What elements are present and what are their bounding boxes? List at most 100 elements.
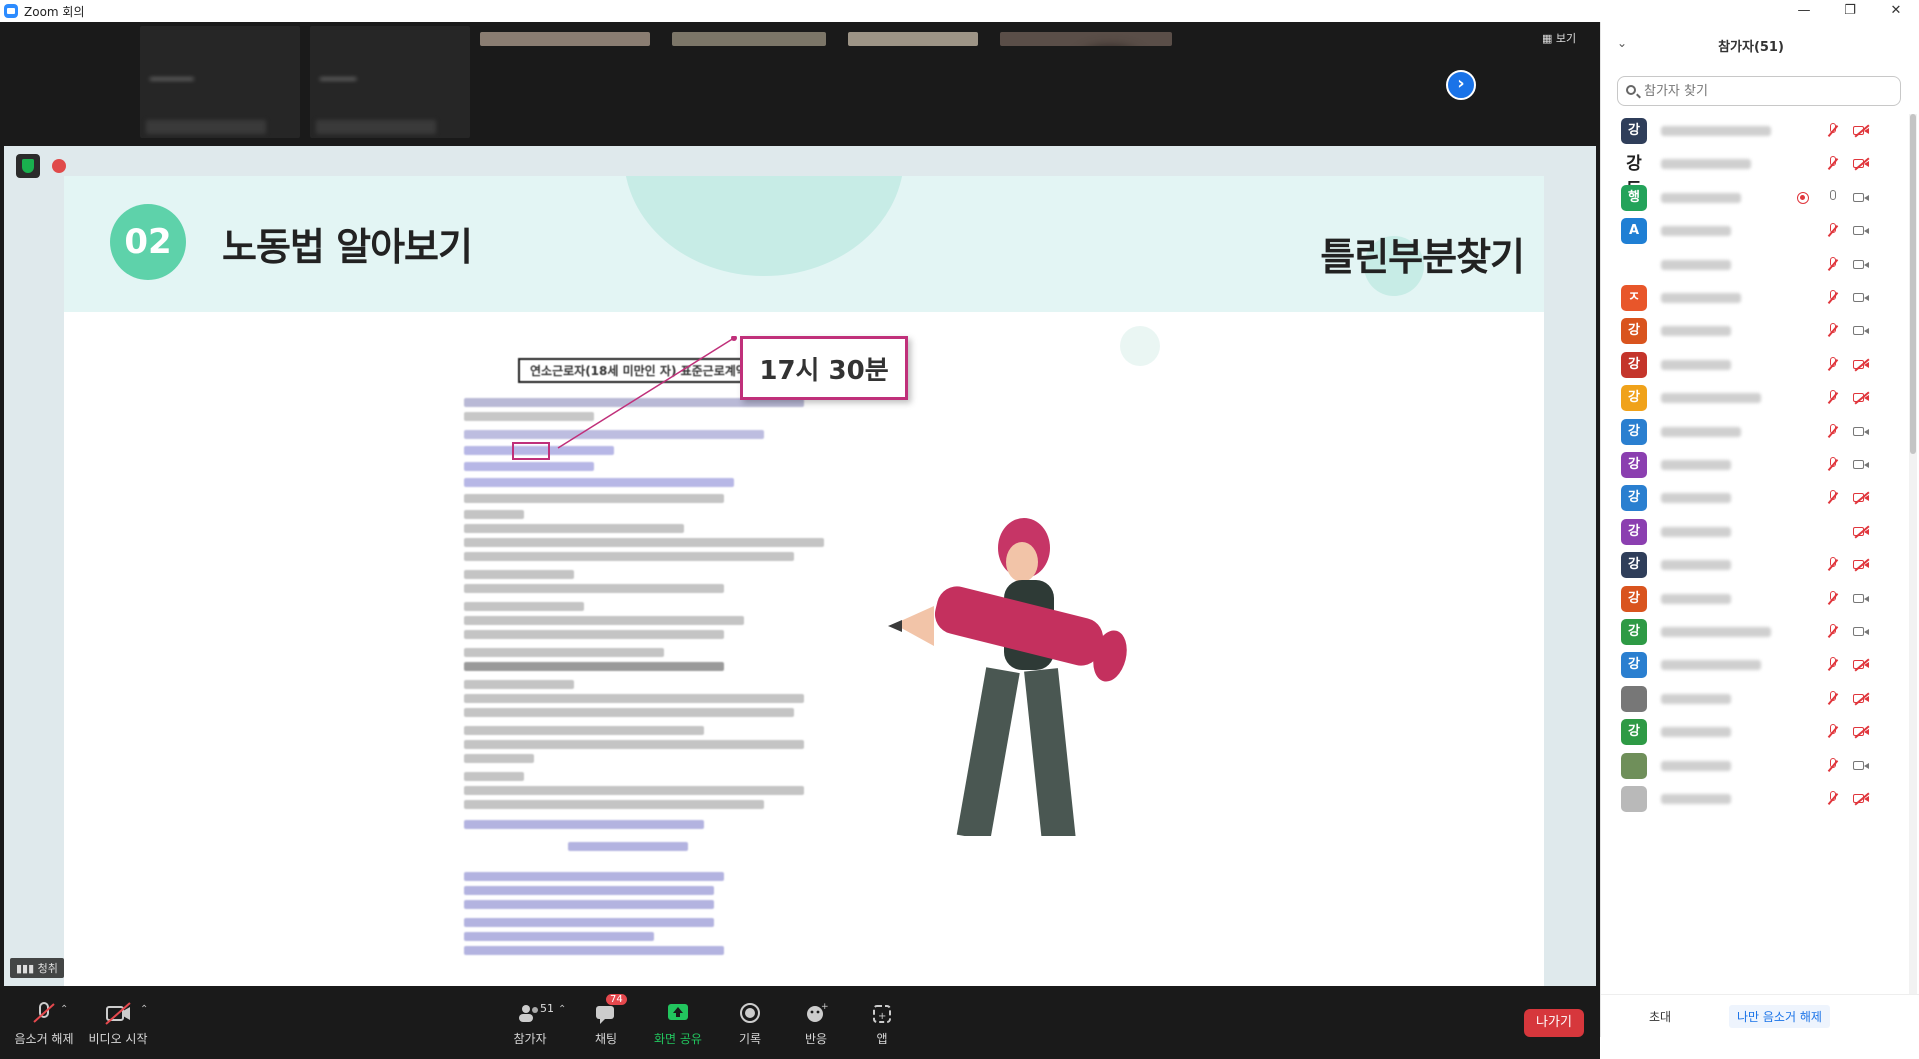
participants-panel: ⌄ 참가자(51) 강강동행Aㅈ강강강강강강강강강강강강 초대 나만 음소거 해… (1600, 22, 1919, 1037)
unmute-me-button[interactable]: 나만 음소거 해제 (1729, 1005, 1830, 1028)
camera-off-icon[interactable] (1853, 491, 1871, 505)
close-button[interactable]: ✕ (1873, 0, 1919, 22)
mic-muted-icon[interactable] (1825, 289, 1841, 307)
mic-muted-icon[interactable] (1825, 623, 1841, 641)
minimize-button[interactable]: — (1781, 0, 1827, 22)
mic-muted-icon[interactable] (1825, 690, 1841, 708)
record-button[interactable]: 기록 (730, 1000, 770, 1047)
video-tile[interactable] (848, 32, 978, 46)
participant-row[interactable]: 강 (1601, 481, 1909, 515)
participants-button[interactable]: 51 참가자 (500, 1000, 560, 1047)
camera-icon[interactable] (1853, 291, 1871, 305)
video-tile[interactable] (480, 32, 650, 46)
next-page-button[interactable]: › (1446, 70, 1476, 100)
participant-row[interactable]: 행 (1601, 181, 1909, 215)
camera-off-icon[interactable] (1853, 725, 1871, 739)
mic-muted-icon[interactable] (1825, 122, 1841, 140)
slide: 02 노동법 알아보기 틀린부분찾기 연소근로자(18세 미만인 자) 표준근로… (64, 176, 1544, 986)
participant-row[interactable]: 강 (1601, 448, 1909, 482)
video-options-caret-icon[interactable]: ⌃ (140, 1004, 148, 1015)
camera-off-icon[interactable] (1853, 792, 1871, 806)
participant-row[interactable]: 강 (1601, 348, 1909, 382)
leave-button[interactable]: 나가기 (1524, 1009, 1584, 1037)
audio-options-caret-icon[interactable]: ⌃ (60, 1004, 68, 1015)
mic-muted-icon[interactable] (1825, 656, 1841, 674)
mic-muted-icon[interactable] (1825, 723, 1841, 741)
participant-row[interactable]: 강 (1601, 381, 1909, 415)
document-line (464, 570, 574, 579)
camera-icon[interactable] (1853, 191, 1871, 205)
unmute-label: 음소거 해제 (14, 1032, 74, 1046)
participant-search-input[interactable] (1644, 81, 1894, 101)
camera-off-icon[interactable] (1853, 391, 1871, 405)
video-tile[interactable] (672, 32, 826, 46)
camera-off-icon[interactable] (1853, 658, 1871, 672)
camera-icon[interactable] (1853, 258, 1871, 272)
chat-button[interactable]: 74 채팅 (584, 994, 628, 1047)
participant-row[interactable]: 강 (1601, 548, 1909, 582)
scrollbar-thumb[interactable] (1910, 114, 1916, 454)
participant-row[interactable]: 강 (1601, 648, 1909, 682)
mic-muted-icon[interactable] (1825, 155, 1841, 173)
participant-row[interactable] (1601, 782, 1909, 816)
participant-search[interactable] (1617, 76, 1901, 106)
participant-row[interactable]: 강 (1601, 314, 1909, 348)
camera-icon[interactable] (1853, 324, 1871, 338)
tile-name-blurred: ━━━━━ (320, 72, 357, 86)
camera-icon[interactable] (1853, 625, 1871, 639)
avatar: 강동 (1626, 154, 1642, 200)
participant-row[interactable]: 강 (1601, 715, 1909, 749)
video-tile[interactable]: ━━━━━━ (140, 26, 300, 138)
video-tile[interactable] (1000, 32, 1172, 46)
camera-icon[interactable] (1853, 592, 1871, 606)
video-tile[interactable]: ━━━━━ (310, 26, 470, 138)
camera-off-icon[interactable] (1853, 692, 1871, 706)
mic-muted-icon[interactable] (1825, 389, 1841, 407)
security-shield-icon[interactable] (16, 154, 40, 178)
mic-muted-icon[interactable] (1825, 222, 1841, 240)
camera-off-icon[interactable] (1853, 358, 1871, 372)
camera-off-icon[interactable] (1853, 157, 1871, 171)
record-icon (734, 1000, 766, 1028)
invite-button[interactable]: 초대 (1641, 1005, 1679, 1028)
participant-name-blurred (1661, 393, 1761, 404)
participant-row[interactable]: 강 (1601, 615, 1909, 649)
mic-muted-icon[interactable] (1825, 356, 1841, 374)
camera-off-icon[interactable] (1853, 124, 1871, 138)
reactions-button[interactable]: + 반응 (796, 1000, 836, 1047)
participant-row[interactable] (1601, 749, 1909, 783)
participant-row[interactable] (1601, 248, 1909, 282)
avatar: A (1621, 218, 1647, 245)
participant-row[interactable]: 강동 (1601, 147, 1909, 200)
mic-muted-icon[interactable] (1825, 590, 1841, 608)
mic-muted-icon[interactable] (1825, 322, 1841, 340)
participant-row[interactable]: 강 (1601, 515, 1909, 549)
apps-button[interactable]: + 앱 (862, 1000, 902, 1047)
participants-options-caret-icon[interactable]: ⌃ (558, 1004, 566, 1015)
participant-list-scrollbar[interactable] (1909, 114, 1917, 994)
mic-muted-icon[interactable] (1825, 256, 1841, 274)
participant-row[interactable]: 강 (1601, 114, 1909, 148)
participant-row[interactable]: 강 (1601, 582, 1909, 616)
participant-row[interactable]: A (1601, 214, 1909, 248)
mic-muted-icon[interactable] (1825, 423, 1841, 441)
restore-button[interactable]: ❐ (1827, 0, 1873, 22)
camera-off-icon[interactable] (1853, 525, 1871, 539)
mic-muted-icon[interactable] (1825, 556, 1841, 574)
participant-row[interactable] (1601, 682, 1909, 716)
camera-off-icon[interactable] (1853, 558, 1871, 572)
camera-icon[interactable] (1853, 759, 1871, 773)
mic-muted-icon[interactable] (1825, 489, 1841, 507)
mic-muted-icon[interactable] (1825, 456, 1841, 474)
camera-icon[interactable] (1853, 458, 1871, 472)
share-screen-button[interactable]: 화면 공유 (650, 1000, 706, 1047)
mic-muted-icon[interactable] (1825, 790, 1841, 808)
camera-icon[interactable] (1853, 224, 1871, 238)
participant-row[interactable]: ㅈ (1601, 281, 1909, 315)
mic-icon[interactable] (1825, 189, 1841, 207)
view-button[interactable]: ▦ 보기 (1542, 30, 1576, 46)
panel-title: 참가자(51) (1718, 40, 1784, 55)
camera-icon[interactable] (1853, 425, 1871, 439)
participant-row[interactable]: 강 (1601, 415, 1909, 449)
mic-muted-icon[interactable] (1825, 757, 1841, 775)
